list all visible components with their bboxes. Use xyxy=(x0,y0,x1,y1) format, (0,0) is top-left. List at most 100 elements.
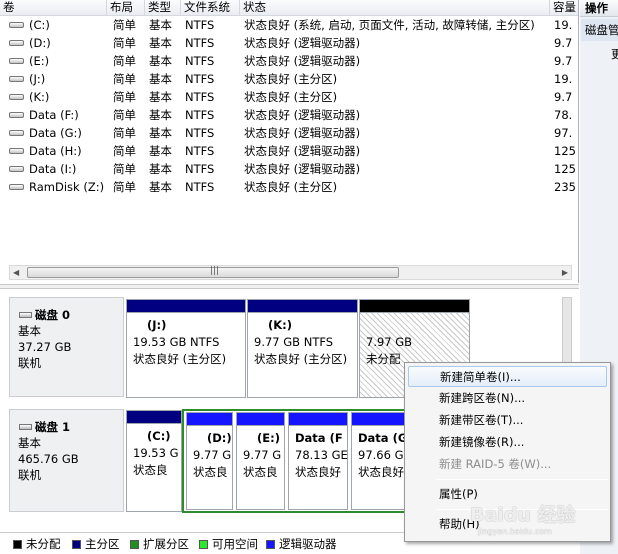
partition-size: 9.77 G xyxy=(243,448,282,462)
table-row[interactable]: Data (H:) 简单 基本 NTFS 状态良好 (逻辑驱动器) 125 xyxy=(0,142,578,160)
partition-status: 状态良 xyxy=(243,465,278,479)
table-row[interactable]: RamDisk (Z:) 简单 基本 NTFS 状态良好 (主分区) 235 xyxy=(0,178,578,196)
cell-type: 基本 xyxy=(149,54,172,68)
menu-new-striped-volume[interactable]: 新建带区卷(T)... xyxy=(408,410,607,431)
menu-new-mirrored-volume[interactable]: 新建镜像卷(R)... xyxy=(408,432,607,453)
partition-j[interactable]: (J:) 19.53 GB NTFS 状态良好 (主分区) xyxy=(126,299,246,398)
partition-data-f[interactable]: Data (F 78.13 GE 状态良好 xyxy=(288,412,348,510)
cell-layout: 简单 xyxy=(113,18,136,32)
horizontal-scrollbar[interactable]: ◀ ||| ▶ xyxy=(9,265,572,280)
pane-splitter[interactable] xyxy=(0,284,579,289)
col-status[interactable]: 状态 xyxy=(240,0,550,16)
partition-c[interactable]: (C:) 19.53 G 状态良 xyxy=(126,410,182,512)
partition-size: 9.77 GB NTFS xyxy=(254,335,334,349)
cell-cap: 9.7 xyxy=(554,54,573,68)
cell-vol: (J:) xyxy=(29,72,46,86)
legend-extended: 扩展分区 xyxy=(130,538,189,550)
legend-swatch xyxy=(13,540,22,549)
cell-status: 状态良好 (系统, 启动, 页面文件, 活动, 故障转储, 主分区) xyxy=(244,18,535,32)
volume-list[interactable]: 卷 布局 类型 文件系统 状态 容量 (C:) 简单 基本 NTFS 状态良好 (系统,… xyxy=(0,0,579,283)
cell-layout: 简单 xyxy=(113,54,136,68)
cell-fs: NTFS xyxy=(185,18,215,32)
disk-0-name: 磁盘 0 xyxy=(35,308,71,322)
cell-layout: 简单 xyxy=(113,144,136,158)
graph-vertical-scrollbar[interactable] xyxy=(562,297,572,367)
cell-layout: 简单 xyxy=(113,162,136,176)
legend-label: 可用空间 xyxy=(212,537,258,551)
legend-unallocated: 未分配 xyxy=(13,538,61,550)
cell-vol: (K:) xyxy=(29,90,50,104)
cell-vol: (D:) xyxy=(29,36,51,50)
logical-band xyxy=(237,413,284,426)
table-row[interactable]: (K:) 简单 基本 NTFS 状态良好 (主分区) 9.7 xyxy=(0,88,578,106)
cell-fs: NTFS xyxy=(185,90,215,104)
table-row[interactable]: (D:) 简单 基本 NTFS 状态良好 (逻辑驱动器) 9.7 xyxy=(0,34,578,52)
volume-list-header: 卷 布局 类型 文件系统 状态 容量 xyxy=(0,0,578,16)
col-volume[interactable]: 卷 xyxy=(0,0,107,16)
cell-status: 状态良好 (逻辑驱动器) xyxy=(244,126,361,140)
cell-cap: 78. xyxy=(554,108,573,122)
cell-cap: 125 xyxy=(554,144,576,158)
cell-cap: 19. xyxy=(554,72,573,86)
col-capacity[interactable]: 容量 xyxy=(550,0,578,16)
disk-1-label[interactable]: 磁盘 1 基本 465.76 GB 联机 xyxy=(9,409,124,512)
partition-d[interactable]: (D:) 9.77 G 状态良 xyxy=(186,412,233,510)
cell-layout: 简单 xyxy=(113,90,136,104)
legend-swatch xyxy=(199,540,208,549)
partition-size: 19.53 G xyxy=(133,446,179,460)
partition-status: 状态良好 xyxy=(295,465,341,479)
disk-icon xyxy=(19,312,32,318)
col-type[interactable]: 类型 xyxy=(145,0,181,16)
table-row[interactable]: (E:) 简单 基本 NTFS 状态良好 (逻辑驱动器) 9.7 xyxy=(0,52,578,70)
legend-label: 主分区 xyxy=(85,537,120,551)
table-row[interactable]: Data (I:) 简单 基本 NTFS 状态良好 (逻辑驱动器) 125 xyxy=(0,160,578,178)
table-row[interactable]: Data (F:) 简单 基本 NTFS 状态良好 (逻辑驱动器) 78. xyxy=(0,106,578,124)
disk-1-state: 联机 xyxy=(18,468,41,482)
col-filesystem[interactable]: 文件系统 xyxy=(181,0,240,16)
action-more[interactable]: 更 xyxy=(611,46,618,62)
partition-title: Data (F xyxy=(295,431,343,445)
drive-icon xyxy=(9,40,24,46)
logical-band xyxy=(187,413,232,426)
cell-status: 状态良好 (主分区) xyxy=(244,90,338,104)
menu-new-spanned-volume[interactable]: 新建跨区卷(N)... xyxy=(408,388,607,409)
table-row[interactable]: (J:) 简单 基本 NTFS 状态良好 (主分区) 19. xyxy=(0,70,578,88)
cell-cap: 97. xyxy=(554,126,573,140)
baidu-watermark-url: jingyan.baidu.com xyxy=(478,527,552,536)
cell-type: 基本 xyxy=(149,108,172,122)
menu-new-simple-volume[interactable]: 新建简单卷(I)... xyxy=(408,366,607,387)
partition-k[interactable]: (K:) 9.77 GB NTFS 状态良好 (主分区) xyxy=(247,299,358,398)
primary-band xyxy=(248,300,357,313)
legend-swatch xyxy=(130,540,139,549)
table-row[interactable]: (C:) 简单 基本 NTFS 状态良好 (系统, 启动, 页面文件, 活动, 故障转储… xyxy=(0,16,578,34)
col-layout[interactable]: 布局 xyxy=(107,0,145,16)
cell-status: 状态良好 (逻辑驱动器) xyxy=(244,36,361,50)
scrollbar-thumb[interactable]: ||| xyxy=(27,266,399,278)
cell-fs: NTFS xyxy=(185,36,215,50)
cell-fs: NTFS xyxy=(185,72,215,86)
cell-fs: NTFS xyxy=(185,108,215,122)
drive-icon xyxy=(9,76,24,82)
cell-layout: 简单 xyxy=(113,72,136,86)
primary-band xyxy=(127,300,245,313)
scroll-right-arrow[interactable]: ▶ xyxy=(562,266,568,279)
partition-size: 19.53 GB NTFS xyxy=(133,335,220,349)
partition-e[interactable]: (E:) 9.77 G 状态良 xyxy=(236,412,285,510)
cell-status: 状态良好 (逻辑驱动器) xyxy=(244,54,361,68)
action-disk-management[interactable]: 磁盘管 xyxy=(581,19,618,41)
cell-cap: 235 xyxy=(554,180,576,194)
partition-size: 7.97 GB xyxy=(366,335,413,349)
cell-status: 状态良好 (逻辑驱动器) xyxy=(244,162,361,176)
partition-title: (C:) xyxy=(147,429,171,443)
disk-0-label[interactable]: 磁盘 0 基本 37.27 GB 联机 xyxy=(9,297,124,397)
cell-status: 状态良好 (主分区) xyxy=(244,72,338,86)
drive-icon xyxy=(9,22,24,28)
table-row[interactable]: Data (G:) 简单 基本 NTFS 状态良好 (逻辑驱动器) 97. xyxy=(0,124,578,142)
cell-fs: NTFS xyxy=(185,126,215,140)
partition-size: 9.77 G xyxy=(193,448,232,462)
scroll-left-arrow[interactable]: ◀ xyxy=(13,266,19,279)
drive-icon xyxy=(9,58,24,64)
legend-label: 未分配 xyxy=(26,537,61,551)
cell-vol: (E:) xyxy=(29,54,50,68)
partition-title: (J:) xyxy=(147,318,167,332)
